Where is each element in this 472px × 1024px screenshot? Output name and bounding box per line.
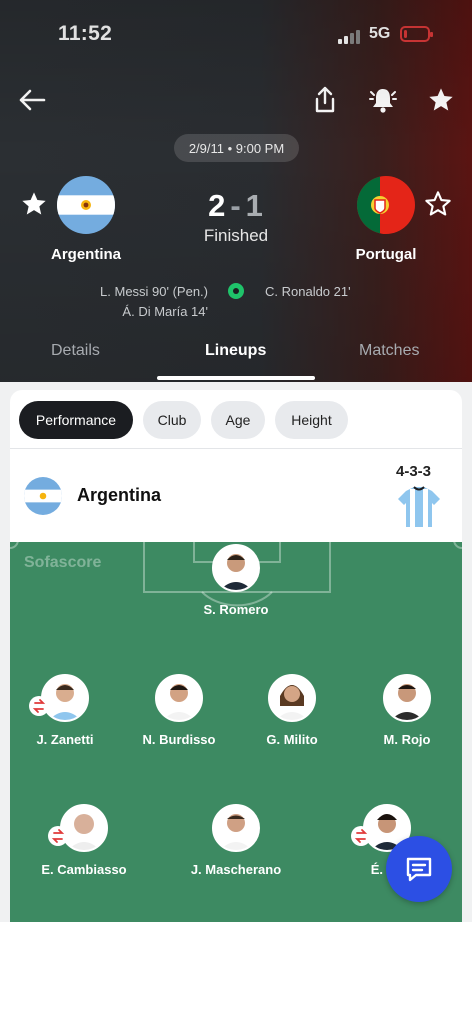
player-mid2[interactable]: J. Mascherano <box>181 804 291 877</box>
player-avatar <box>212 804 260 852</box>
player-def3[interactable]: G. Milito <box>237 674 347 747</box>
player-name: J. Mascherano <box>190 862 282 877</box>
home-scorers: L. Messi 90' (Pen.) Á. Di María 14' <box>80 282 208 322</box>
home-scorer: L. Messi 90' (Pen.) <box>100 284 208 299</box>
argentina-flag-icon <box>57 176 115 234</box>
sofascore-watermark: Sofascore <box>24 554 102 571</box>
away-scorers: C. Ronaldo 21' <box>265 282 385 302</box>
share-icon[interactable] <box>309 84 341 116</box>
player-name: S. Romero <box>203 602 269 617</box>
ball-icon <box>227 282 245 300</box>
lineup-team-name: Argentina <box>77 485 162 505</box>
match-tabs: Details Lineups Matches <box>0 334 472 382</box>
app-root: 11:52 5G 2/9/11 • 9:00 PM Argentina 2 - … <box>0 0 472 1024</box>
match-date: 2/9/11 • 9:00 PM <box>174 134 299 162</box>
active-tab-indicator <box>157 376 315 380</box>
player-name: E. Cambiasso <box>41 862 127 877</box>
formation-label: 4-3-3 <box>396 463 432 480</box>
player-name: M. Rojo <box>383 732 431 747</box>
player-def4[interactable]: M. Rojo <box>352 674 462 747</box>
filter-age[interactable]: Age <box>211 401 265 439</box>
network-label: 5G <box>369 25 391 42</box>
chat-button[interactable] <box>386 836 452 902</box>
portugal-flag-icon <box>357 176 415 234</box>
home-team[interactable]: Argentina <box>26 176 146 263</box>
back-icon[interactable] <box>16 84 48 116</box>
tab-details[interactable]: Details <box>51 342 100 360</box>
lineup-card: Performance Club Age Height Argentina 4-… <box>10 390 462 922</box>
away-score: 1 <box>245 188 264 223</box>
player-name: N. Burdisso <box>142 732 216 747</box>
player-name: G. Milito <box>266 732 318 747</box>
substitution-icon <box>29 696 49 716</box>
player-gk[interactable]: S. Romero <box>181 544 291 617</box>
status-bar: 11:52 5G <box>0 22 472 52</box>
filter-club[interactable]: Club <box>143 401 201 439</box>
jersey-icon <box>398 486 440 527</box>
argentina-flag-icon <box>24 477 62 515</box>
player-mid1[interactable]: E. Cambiasso <box>29 804 139 877</box>
lineup-team-header: Argentina 4-3-3 <box>10 448 462 542</box>
substitution-icon <box>48 826 68 846</box>
signal-icon <box>338 28 364 44</box>
player-avatar <box>383 674 431 722</box>
player-avatar <box>155 674 203 722</box>
filter-performance[interactable]: Performance <box>19 401 133 439</box>
battery-icon <box>400 26 433 42</box>
chat-icon <box>406 857 432 882</box>
match-header: 11:52 5G 2/9/11 • 9:00 PM Argentina 2 - … <box>0 0 472 382</box>
player-def2[interactable]: N. Burdisso <box>124 674 234 747</box>
player-def1[interactable]: J. Zanetti <box>10 674 120 747</box>
away-team-name: Portugal <box>355 246 417 263</box>
player-avatar <box>268 674 316 722</box>
substitution-icon <box>351 826 371 846</box>
away-scorer: C. Ronaldo 21' <box>265 284 351 299</box>
home-team-name: Argentina <box>50 246 121 263</box>
tab-matches[interactable]: Matches <box>359 342 419 360</box>
star-icon[interactable] <box>425 84 457 116</box>
tab-lineups[interactable]: Lineups <box>205 342 266 360</box>
home-scorer: Á. Di María 14' <box>122 304 208 319</box>
score-separator: - <box>230 188 242 223</box>
match-status: Finished <box>203 226 269 245</box>
player-name: J. Zanetti <box>36 732 94 747</box>
player-avatar <box>212 544 260 592</box>
bell-icon[interactable] <box>367 84 399 116</box>
scoreboard: 2-1 Finished <box>176 188 296 246</box>
filter-height[interactable]: Height <box>275 401 348 439</box>
away-favorite-star-icon[interactable] <box>424 190 452 218</box>
home-score: 2 <box>208 188 227 223</box>
status-time: 11:52 <box>58 22 113 45</box>
